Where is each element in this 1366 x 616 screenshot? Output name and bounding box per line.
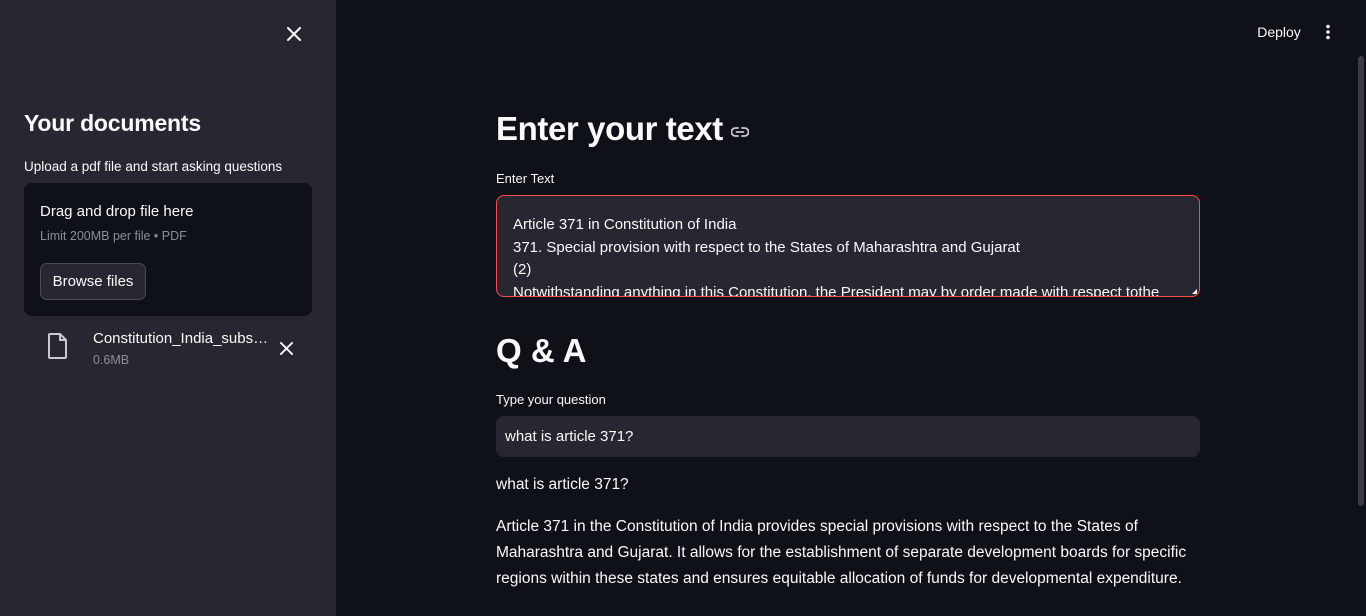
upload-label: Upload a pdf file and start asking quest…: [24, 159, 283, 174]
resize-handle[interactable]: [1192, 289, 1197, 294]
file-name: Constitution_India_subset.pdf: [93, 330, 275, 347]
close-icon: [287, 27, 301, 41]
text-area-input[interactable]: Article 371 in Constitution of India 371…: [496, 195, 1200, 297]
answer-line: regions within these states and ensures …: [496, 570, 1182, 587]
remove-file-button[interactable]: [274, 336, 298, 360]
text-area-label: Enter Text: [496, 171, 555, 186]
answer-text: Article 371 in the Constitution of India…: [496, 514, 1200, 592]
deploy-button[interactable]: Deploy: [1248, 20, 1310, 44]
link-icon[interactable]: [730, 127, 749, 137]
sidebar-title: Your documents: [24, 110, 201, 136]
file-dropzone[interactable]: Drag and drop file here Limit 200MB per …: [24, 183, 312, 316]
dropzone-title: Drag and drop file here: [40, 203, 194, 220]
main-menu-button[interactable]: [1316, 20, 1340, 44]
question-input-value: what is article 371?: [505, 428, 634, 445]
text-area-line: Notwithstanding anything in this Constit…: [513, 283, 1160, 297]
text-area-line: Article 371 in Constitution of India: [513, 216, 737, 233]
uploaded-file-item: Constitution_India_subset.pdf 0.6MB: [24, 326, 312, 374]
file-icon: [48, 333, 67, 359]
close-icon: [279, 341, 293, 355]
answer-line: Maharashtra and Gujarat. It allows for t…: [496, 544, 1187, 561]
app-root: Your documents Upload a pdf file and sta…: [0, 0, 1366, 616]
browse-files-button[interactable]: Browse files: [40, 263, 146, 300]
question-echo: what is article 371?: [496, 476, 629, 493]
question-input[interactable]: what is article 371?: [496, 416, 1200, 457]
question-label: Type your question: [496, 392, 606, 407]
page-title: Enter your text: [496, 110, 749, 148]
text-area-line: (2): [513, 261, 532, 278]
vertical-dots-icon: [1326, 24, 1330, 40]
text-area-line: 371. Special provision with respect to t…: [513, 238, 1020, 256]
qa-title: Q & A: [496, 332, 587, 369]
dropzone-limit: Limit 200MB per file • PDF: [40, 229, 187, 243]
answer-line: Article 371 in the Constitution of India…: [496, 518, 1138, 535]
file-size: 0.6MB: [93, 353, 130, 367]
sidebar: Your documents Upload a pdf file and sta…: [0, 0, 336, 616]
page-scrollbar[interactable]: [1358, 56, 1364, 506]
page-title-text: Enter your text: [496, 110, 723, 147]
close-sidebar-button[interactable]: [282, 22, 306, 46]
